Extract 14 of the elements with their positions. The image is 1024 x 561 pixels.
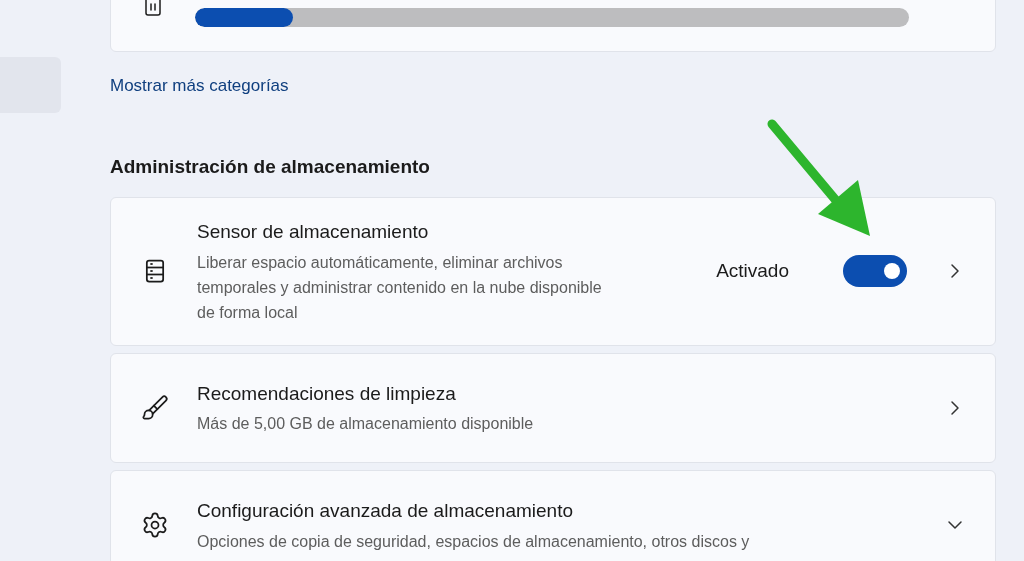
settings-icon [141,511,169,540]
show-more-link[interactable]: Mostrar más categorías [110,73,289,99]
card-description: Liberar espacio automáticamente, eliminar archivos temporales y administrar contenido en la nube disponible de forma local [197,252,603,323]
card-title: Configuración avanzada de almacenamiento [197,499,575,523]
card-description: Más de 5,00 GB de almacenamiento disponible [197,414,535,434]
toggle-status: Activado [716,259,789,283]
toggle-switch[interactable] [843,255,907,288]
settings-card[interactable]: Sensor de almacenamiento Liberar espacio automáticamente, eliminar archivos temporales y administrar contenido en la nube disponible de forma local Activado [110,197,996,346]
card-description: Opciones de copia de seguridad, espacios de almacenamiento, otros discos y [197,531,751,552]
settings-card[interactable]: Recomendaciones de limpieza Más de 5,00 GB de almacenamiento disponible [110,352,996,463]
card-title: Recomendaciones de limpieza [197,381,457,406]
settings-card[interactable]: Configuración avanzada de almacenamiento Opciones de copia de seguridad, espacios de almacenamiento, otros discos y [110,470,996,561]
card-title: Sensor de almacenamiento [197,220,430,244]
section-title: Administración de almacenamiento [110,154,431,179]
